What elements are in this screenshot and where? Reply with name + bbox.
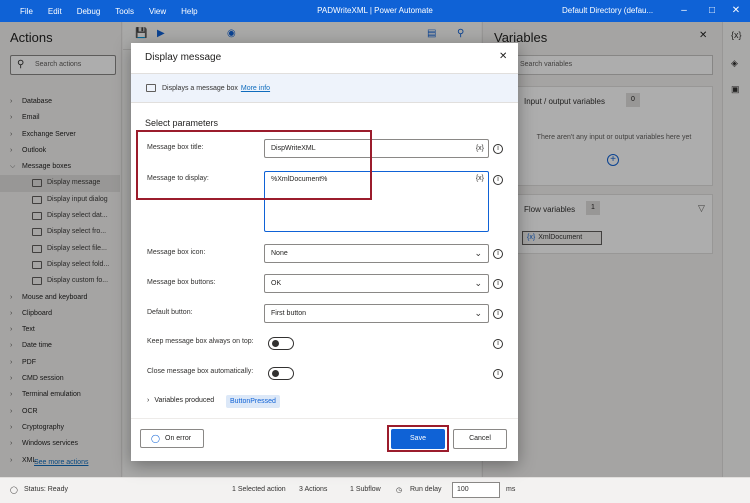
always-on-top-label: Keep message box always on top:: [147, 338, 254, 345]
insert-variable-icon[interactable]: {x}: [476, 172, 484, 186]
run-delay-input[interactable]: 100: [452, 482, 500, 498]
run-delay-label: Run delay: [410, 486, 442, 493]
on-error-label: On error: [165, 435, 192, 442]
message-icon: [146, 84, 156, 92]
message-box-icon-select[interactable]: None ⌄: [264, 244, 489, 263]
selected-count: 1 Selected action: [232, 486, 286, 493]
message-box-icon-value: None: [271, 250, 288, 257]
chevron-right-icon: ›: [147, 397, 150, 404]
info-icon[interactable]: i: [493, 175, 503, 185]
message-box-icon-label: Message box icon:: [147, 249, 206, 256]
minimize-icon[interactable]: –: [670, 0, 698, 22]
close-automatically-toggle[interactable]: [268, 367, 294, 380]
info-icon[interactable]: i: [493, 369, 503, 379]
status-icon: ◯: [10, 487, 18, 494]
more-info-link[interactable]: More info: [241, 85, 270, 92]
shield-icon: ◯: [151, 434, 160, 443]
message-box-buttons-label: Message box buttons:: [147, 279, 216, 286]
info-icon[interactable]: i: [493, 279, 503, 289]
variables-produced-toggle[interactable]: › Variables produced: [147, 397, 214, 404]
status-text: Status: Ready: [24, 486, 68, 493]
info-icon[interactable]: i: [493, 339, 503, 349]
insert-variable-icon[interactable]: {x}: [476, 140, 484, 157]
chevron-down-icon: ⌄: [474, 278, 482, 288]
dialog-info-bar: Displays a message box More info: [131, 73, 518, 103]
variables-produced-label: Variables produced: [154, 397, 215, 404]
message-box-buttons-select[interactable]: OK ⌄: [264, 274, 489, 293]
run-delay-unit: ms: [506, 486, 516, 493]
info-icon[interactable]: i: [493, 249, 503, 259]
info-icon[interactable]: i: [493, 309, 503, 319]
on-error-button[interactable]: ◯ On error: [140, 429, 204, 448]
info-icon[interactable]: i: [493, 144, 503, 154]
actions-count: 3 Actions: [299, 486, 328, 493]
description-text: Displays a message box: [162, 85, 238, 92]
run-delay-icon: ◷: [396, 487, 403, 494]
always-on-top-toggle[interactable]: [268, 337, 294, 350]
annotation-box-save: [387, 425, 449, 452]
annotation-box-fields: [136, 130, 372, 200]
title-bar: File Edit Debug Tools View Help PADWrite…: [0, 0, 750, 22]
cancel-button[interactable]: Cancel: [453, 429, 507, 449]
close-window-icon[interactable]: ✕: [722, 0, 750, 22]
footer-divider: [131, 418, 518, 419]
status-bar: ◯ Status: Ready 1 Selected action 3 Acti…: [0, 477, 750, 503]
chevron-down-icon: ⌄: [474, 308, 482, 318]
chevron-down-icon: ⌄: [474, 248, 482, 258]
dialog-description: Displays a message box More info: [162, 85, 270, 92]
close-automatically-label: Close message box automatically:: [147, 368, 254, 375]
produced-variable-pill[interactable]: ButtonPressed: [226, 395, 280, 408]
default-button-select[interactable]: First button ⌄: [264, 304, 489, 323]
account-name[interactable]: Default Directory (defau...: [562, 6, 653, 15]
default-button-label: Default button:: [147, 309, 193, 316]
dialog-title: Display message: [145, 52, 222, 63]
message-box-buttons-value: OK: [271, 280, 282, 287]
display-message-dialog: Display message ✕ Displays a message box…: [131, 43, 518, 461]
subflow-count: 1 Subflow: [350, 486, 381, 493]
dialog-close-icon[interactable]: ✕: [499, 51, 507, 62]
select-parameters-heading: Select parameters: [145, 118, 219, 128]
default-button-value: First button: [271, 310, 307, 317]
